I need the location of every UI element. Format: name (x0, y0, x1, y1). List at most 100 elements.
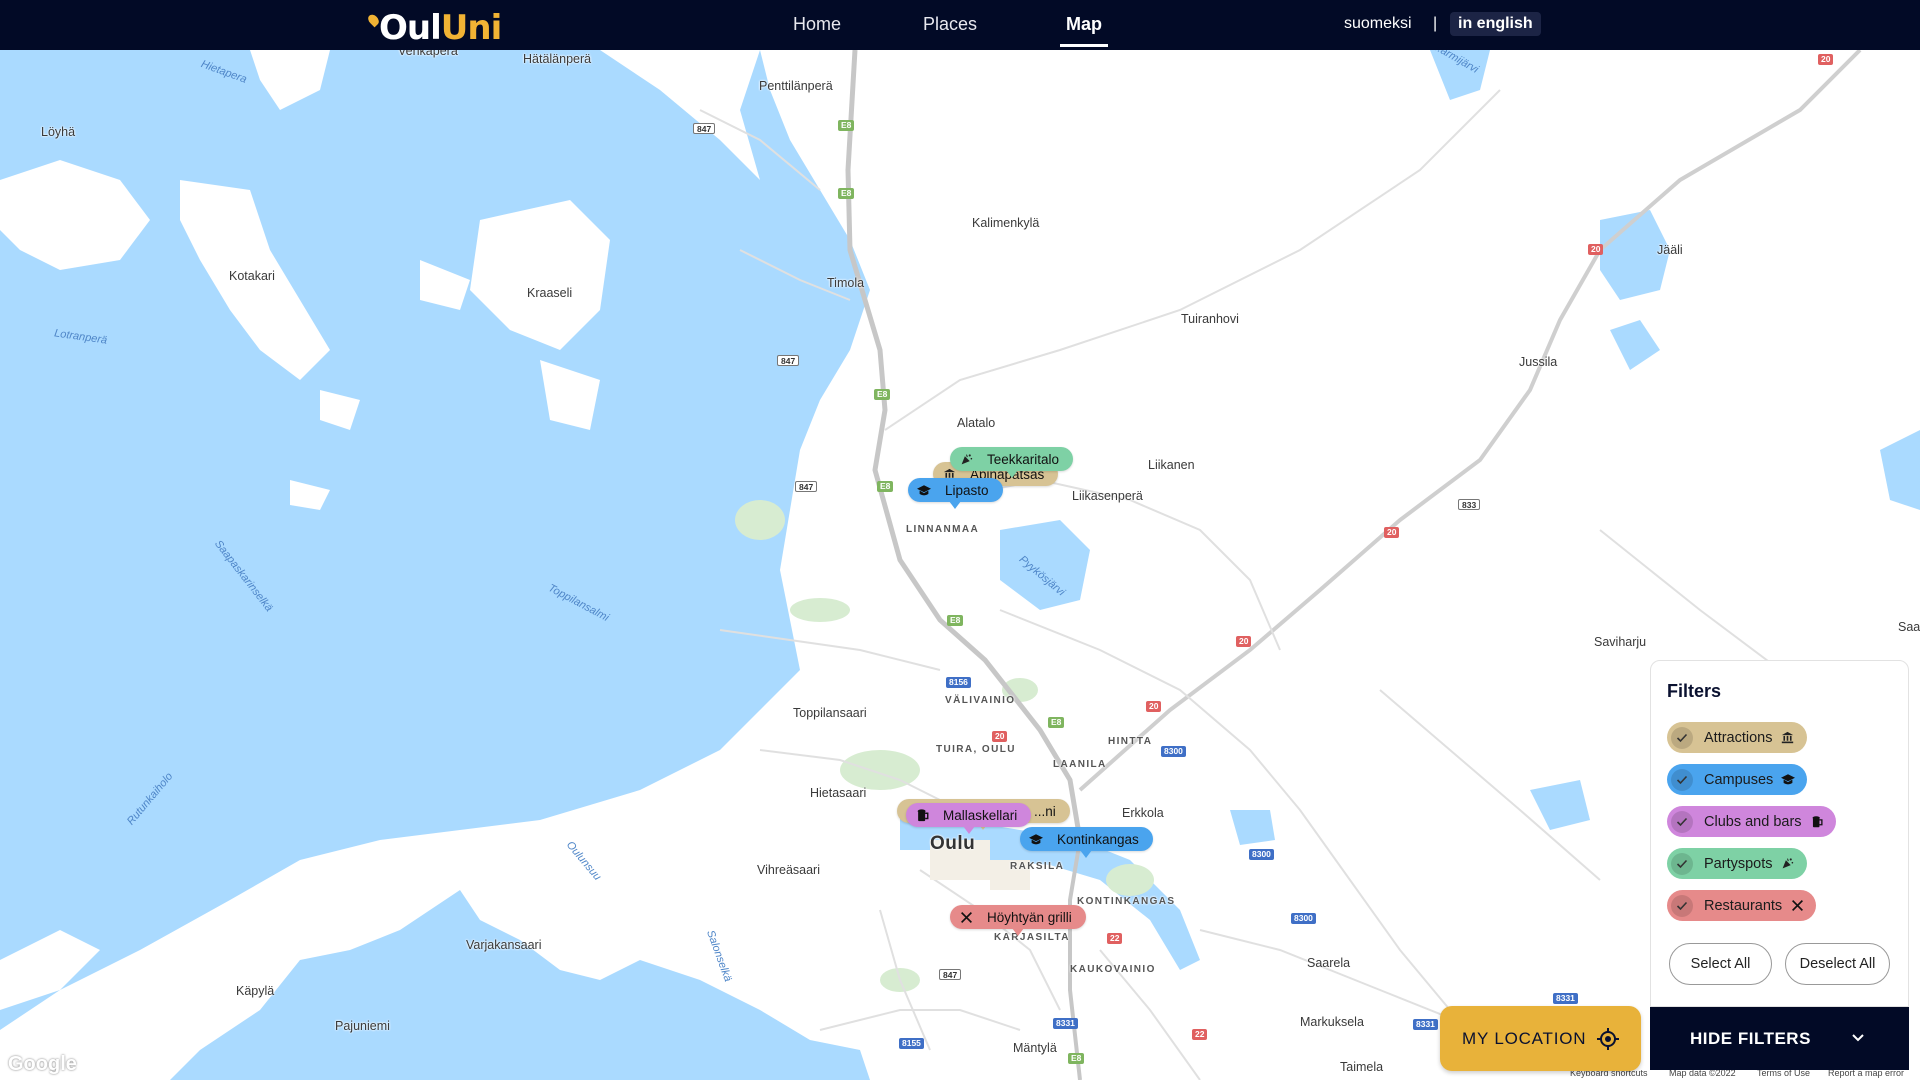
road-shield: 847 (693, 123, 716, 134)
filter-chip-label: Restaurants (1704, 897, 1783, 914)
nav-home[interactable]: Home (793, 14, 841, 35)
place-label: Hietasaari (810, 786, 867, 800)
road-shield: 8331 (1553, 993, 1578, 1004)
my-location-button[interactable]: MY LOCATION (1440, 1006, 1641, 1071)
place-label: Vehkaperä (398, 50, 458, 58)
filter-chip-label: Campuses (1704, 771, 1774, 788)
place-label: VÄLIVAINIO (945, 695, 1016, 706)
road-shield: 20 (1236, 636, 1252, 647)
lang-english[interactable]: in english (1450, 12, 1541, 36)
place-label: Jussila (1519, 355, 1558, 369)
lang-finnish[interactable]: suomeksi (1344, 15, 1412, 33)
place-label: Markuksela (1300, 1015, 1364, 1029)
road-shield: E8 (874, 389, 891, 400)
museum-icon (1781, 731, 1795, 745)
lang-separator: | (1433, 15, 1438, 32)
filter-chip-restaurants[interactable]: Restaurants (1667, 890, 1817, 921)
road-shield: E8 (838, 120, 855, 131)
beer-mug-icon (1810, 815, 1824, 829)
road-shield: 20 (992, 731, 1008, 742)
place-label: Hätälänperä (523, 52, 592, 66)
top-navbar: Oul Uni Home Places Map suomeksi | in eng… (0, 0, 1920, 50)
place-label: KARJASILTA (994, 932, 1070, 943)
select-all-button[interactable]: Select All (1669, 943, 1772, 985)
place-label: LINNANMAA (906, 524, 980, 535)
place-label: Löyhä (41, 125, 76, 139)
nav-places[interactable]: Places (923, 14, 977, 35)
road-shield: 847 (939, 969, 962, 980)
place-label: Alatalo (957, 416, 996, 430)
nav-map[interactable]: Map (1060, 14, 1108, 47)
place-label: Erkkola (1122, 806, 1164, 820)
google-logo: Google (8, 1053, 77, 1075)
road-shield: 8155 (899, 1038, 924, 1049)
map-canvas[interactable]: Vehkaperä Hätälänperä Penttilänperä Löyh… (0, 50, 1920, 1080)
place-label: Jääli (1657, 243, 1683, 257)
fork-knife-icon (958, 909, 974, 925)
place-label: Saa (1898, 620, 1920, 634)
party-popper-icon (958, 451, 974, 467)
road-shield: 8300 (1161, 746, 1186, 757)
marker-teekkaritalo[interactable]: Teekkaritalo (950, 447, 1074, 478)
road-shield: E8 (877, 481, 894, 492)
place-label: TUIRA, OULU (936, 744, 1016, 755)
filter-chip-attractions[interactable]: Attractions (1667, 722, 1807, 753)
place-label: Kalimenkylä (972, 216, 1040, 230)
marker-label: Kontinkangas (1057, 831, 1139, 847)
hide-filters-button[interactable]: HIDE FILTERS (1650, 1007, 1909, 1070)
marker-kontinkangas[interactable]: Kontinkangas (1020, 827, 1153, 858)
road-shield: 22 (1107, 933, 1123, 944)
place-label: Mäntylä (1013, 1041, 1057, 1055)
marker-label: ...ni (1034, 803, 1056, 819)
marker-mallaskellari[interactable]: Mallaskellari (906, 803, 1032, 834)
place-label: Saarela (1307, 956, 1351, 970)
road-shield: E8 (1068, 1053, 1085, 1064)
road-shield: 8156 (946, 677, 971, 688)
marker-label: Höyhtyän grilli (987, 909, 1072, 925)
place-label: Taimela (1340, 1060, 1384, 1074)
road-shield: 20 (1384, 527, 1400, 538)
road-shield: E8 (838, 188, 855, 199)
party-popper-icon (1781, 857, 1795, 871)
marker-label: Mallaskellari (943, 807, 1018, 823)
road-shield: 20 (1588, 244, 1604, 255)
graduation-cap-icon (916, 482, 932, 498)
fork-knife-icon (1790, 899, 1804, 913)
place-label: HINTTA (1108, 736, 1153, 747)
filter-chip-label: Partyspots (1704, 855, 1773, 872)
road-shield: 8300 (1291, 913, 1316, 924)
filter-chip-clubs-and-bars[interactable]: Clubs and bars (1667, 806, 1836, 837)
place-label: Kraaseli (527, 286, 573, 300)
filter-chip-campuses[interactable]: Campuses (1667, 764, 1808, 795)
marker-hoyhtyan-grilli[interactable]: Höyhtyän grilli (950, 905, 1086, 936)
place-label: Penttilänperä (759, 79, 833, 93)
hide-filters-label: HIDE FILTERS (1690, 1028, 1811, 1048)
check-icon (1671, 726, 1693, 749)
my-location-label: MY LOCATION (1462, 1028, 1587, 1048)
road-shield: 8331 (1413, 1019, 1438, 1030)
check-icon (1671, 768, 1693, 791)
oului-logo[interactable]: Oul Uni (366, 8, 502, 48)
check-icon (1671, 810, 1693, 833)
check-icon (1671, 894, 1693, 917)
road-shield: 22 (1192, 1029, 1208, 1040)
filters-title: Filters (1667, 681, 1722, 701)
marker-lipasto[interactable]: Lipasto (908, 478, 1003, 509)
place-label: Liikasenperä (1072, 489, 1143, 503)
filters-panel: Filters Attractions Campuses Clubs and b… (1650, 660, 1909, 1007)
road-shield: 847 (795, 481, 818, 492)
marker-label: Lipasto (945, 482, 989, 498)
place-label: Saviharju (1594, 635, 1647, 649)
filter-chip-partyspots[interactable]: Partyspots (1667, 848, 1807, 879)
graduation-cap-icon (1028, 831, 1044, 847)
place-label: RAKSILA (1010, 861, 1065, 872)
filter-chip-label: Clubs and bars (1704, 813, 1802, 830)
graduation-cap-icon (1781, 773, 1796, 787)
place-label: Pajuniemi (335, 1019, 390, 1033)
place-label: Varjakansaari (466, 938, 542, 952)
place-label: Timola (827, 276, 865, 290)
road-shield: E8 (947, 615, 964, 626)
deselect-all-button[interactable]: Deselect All (1785, 943, 1890, 985)
place-label: Kotakari (229, 269, 275, 283)
road-shield: 20 (1146, 701, 1162, 712)
